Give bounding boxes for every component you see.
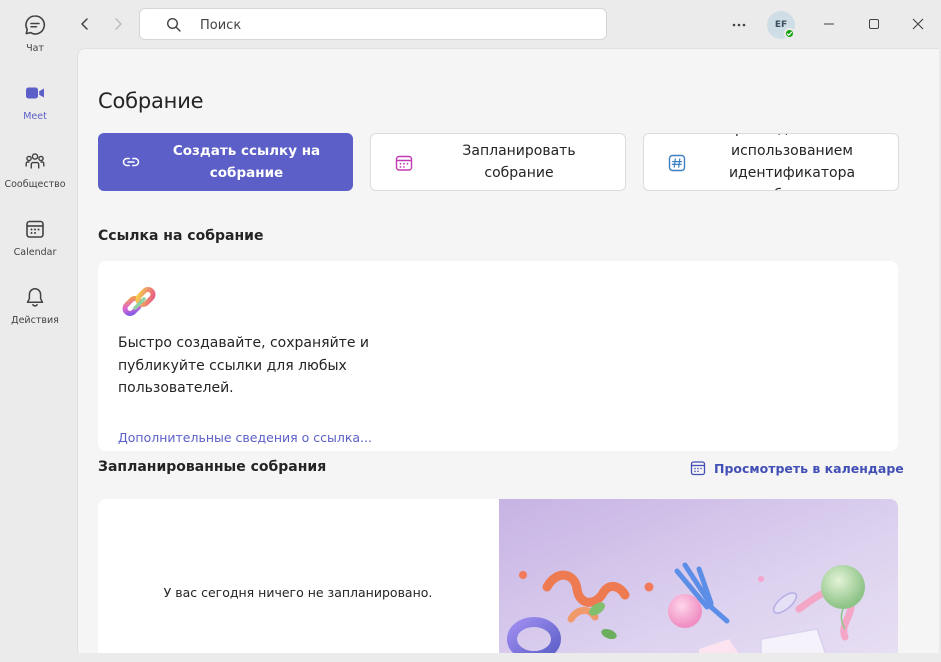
search-icon xyxy=(166,17,181,32)
presence-available-icon xyxy=(784,28,795,39)
search-input[interactable] xyxy=(200,15,580,35)
scheduled-meetings-section-title: Запланированные собрания xyxy=(98,459,327,475)
join-with-id-button[interactable]: Присоединиться с использованием идентифи… xyxy=(643,133,899,191)
join-with-id-label: Присоединиться с использованием идентифи… xyxy=(724,134,859,190)
rail-item-community[interactable]: Сообщество xyxy=(0,146,70,206)
empty-state-text: У вас сегодня ничего не запланировано. xyxy=(163,585,433,600)
link-illustration-icon xyxy=(122,287,156,316)
rail-item-meet[interactable]: Meet xyxy=(0,78,70,138)
view-in-calendar-link[interactable]: Просмотреть в календаре xyxy=(690,458,904,478)
celebration-illustration xyxy=(499,499,898,653)
schedule-meeting-button[interactable]: Запланировать собрание xyxy=(370,133,626,191)
more-options-button[interactable] xyxy=(729,15,749,35)
link-icon xyxy=(122,157,140,167)
maximize-button[interactable] xyxy=(862,12,886,36)
chevron-left-icon xyxy=(81,18,88,30)
calendar-add-icon xyxy=(395,155,413,171)
rail-item-label: Calendar xyxy=(13,247,57,258)
bell-icon xyxy=(26,288,44,307)
schedule-meeting-label: Запланировать собрание xyxy=(462,143,576,181)
rail-item-activity[interactable]: Действия xyxy=(0,282,70,342)
rail-item-chat[interactable]: Чат xyxy=(0,10,70,70)
community-icon xyxy=(25,153,45,169)
ellipsis-icon xyxy=(732,23,746,27)
close-icon xyxy=(912,18,924,30)
learn-more-link[interactable]: Дополнительные сведения о ссылка... xyxy=(118,430,372,445)
page-title: Собрание xyxy=(98,89,204,113)
chat-icon xyxy=(25,15,46,35)
calendar-icon xyxy=(26,220,44,238)
maximize-icon xyxy=(869,19,879,29)
search-box[interactable] xyxy=(139,8,607,40)
rail-item-calendar[interactable]: Calendar xyxy=(0,214,70,274)
rail-item-label: Чат xyxy=(26,43,44,54)
create-meeting-link-button[interactable]: Создать ссылку на собрание xyxy=(98,133,353,191)
video-camera-icon xyxy=(26,87,44,99)
rail-item-label: Сообщество xyxy=(4,179,66,190)
forward-button[interactable] xyxy=(107,13,129,35)
back-button[interactable] xyxy=(74,13,96,35)
view-in-calendar-label: Просмотреть в календаре xyxy=(714,460,904,476)
rail-item-label: Meet xyxy=(23,111,47,122)
close-button[interactable] xyxy=(906,12,930,36)
chevron-right-icon xyxy=(115,18,122,30)
rail-item-label: Действия xyxy=(11,315,59,326)
meeting-link-card: Быстро создавайте, сохраняйте и публикуй… xyxy=(98,261,898,451)
meeting-link-description: Быстро создавайте, сохраняйте и публикуй… xyxy=(118,335,369,396)
create-meeting-link-label: Создать ссылку на собрание xyxy=(172,143,321,181)
minimize-button[interactable] xyxy=(817,12,841,36)
scheduled-meetings-card: У вас сегодня ничего не запланировано. xyxy=(98,499,898,653)
meet-page: Собрание Создать ссылку на собрание Запл… xyxy=(77,48,939,653)
minimize-icon xyxy=(824,23,834,25)
calendar-icon xyxy=(690,461,706,476)
meeting-link-section-title: Ссылка на собрание xyxy=(98,228,264,244)
hashtag-icon xyxy=(668,154,686,172)
app-rail: Чат Meet Сообщество Calendar Действия xyxy=(0,0,70,662)
